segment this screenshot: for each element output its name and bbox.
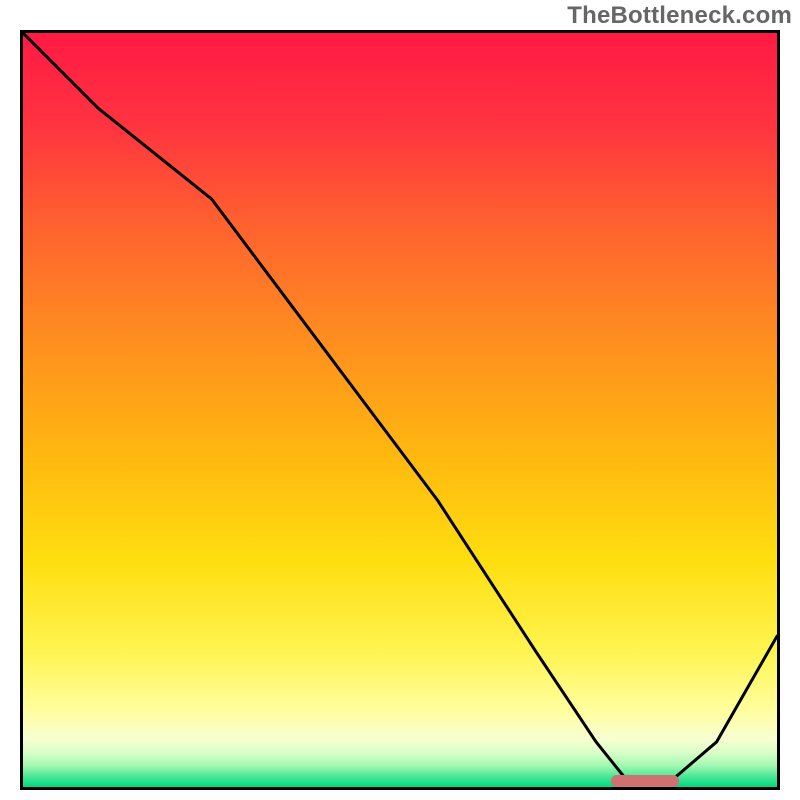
bottleneck-curve <box>23 33 777 787</box>
watermark-text: TheBottleneck.com <box>567 2 792 30</box>
plot-area <box>20 30 780 790</box>
optimal-range-marker <box>611 775 679 787</box>
chart-container: TheBottleneck.com <box>0 0 800 800</box>
